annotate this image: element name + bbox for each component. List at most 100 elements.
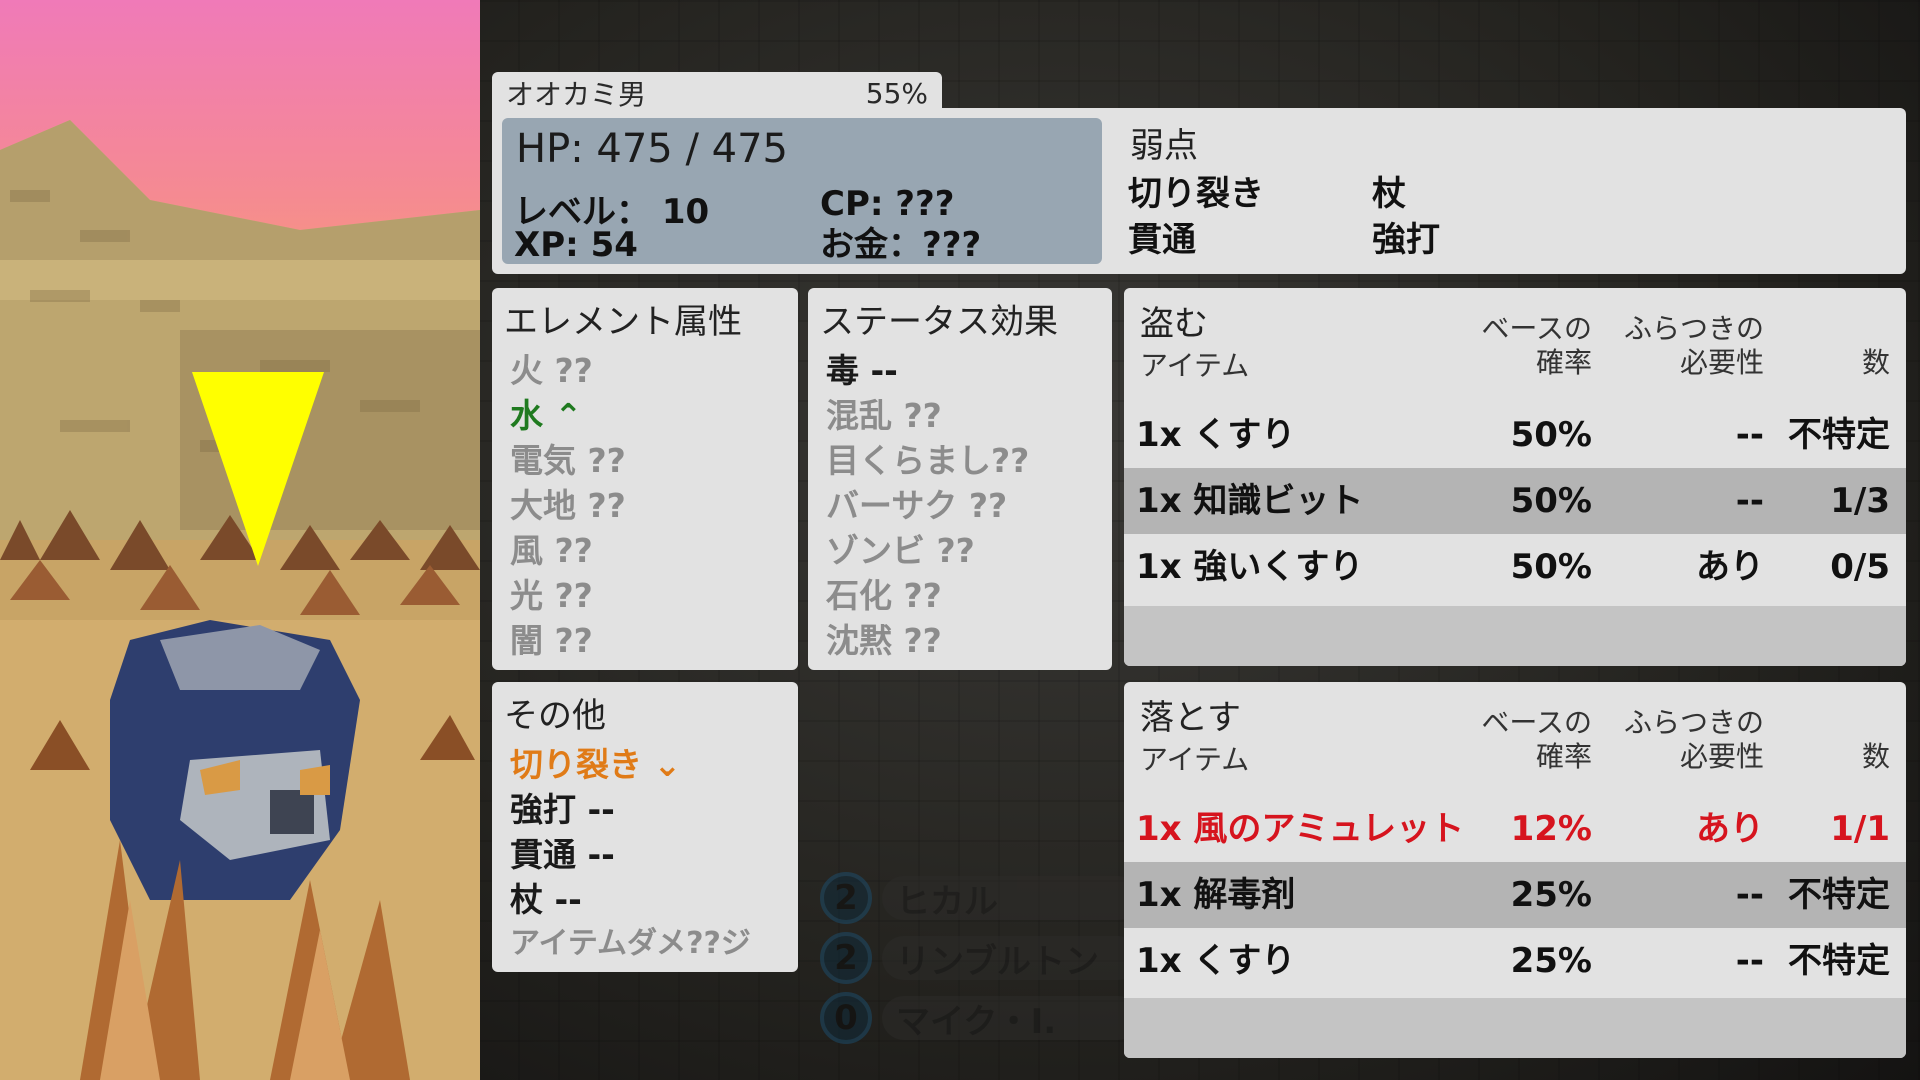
header-line: ベースの [1481,706,1592,739]
table-row: 1x 強いくすり 50% あり 0/5 [1124,534,1906,600]
element-water: 水 ⌃ [510,396,583,435]
header-line: 確率 [1535,740,1592,773]
table-footer [1124,606,1906,666]
weakness-item: 切り裂き [1128,174,1264,214]
item-need: -- [1735,941,1764,981]
item-need: -- [1735,481,1764,521]
steal-table: 盗む アイテム ベースの 確率 ふらつきの 必要性 数 1x くすり 50% -… [1124,288,1906,666]
item-name: 1x 強いくすり [1136,547,1364,587]
weakness-title: 弱点 [1130,126,1198,166]
item-count: 0/5 [1830,547,1890,587]
item-need: -- [1735,875,1764,915]
status-petrify: 石化 ?? [826,576,942,615]
weakness-item: 貫通 [1128,220,1196,260]
other-item-damage: アイテムダメ??ジ [510,926,751,961]
element-electric: 電気 ?? [510,441,626,480]
xp-value: XP: 54 [514,225,638,265]
status-confuse: 混乱 ?? [826,396,942,435]
party-member-level: 2 [820,932,872,984]
steal-item-header: アイテム [1140,349,1250,382]
header-line: 必要性 [1679,346,1764,379]
header-line: 必要性 [1679,740,1764,773]
element-panel: エレメント属性 火 ?? 水 ⌃ 電気 ?? 大地 ?? 風 ?? 光 ?? 闇… [492,288,798,670]
item-name: 1x くすり [1136,415,1296,455]
item-need: あり [1696,547,1764,587]
element-light: 光 ?? [510,576,593,615]
item-count: 1/3 [1830,481,1890,521]
item-count: 不特定 [1788,875,1890,915]
item-count: 1/1 [1830,809,1890,849]
item-rate: 25% [1510,875,1592,915]
element-fire: 火 ?? [510,351,593,390]
header-line: ふらつきの [1623,312,1764,345]
item-need: -- [1735,415,1764,455]
item-name: 1x 知識ビット [1136,481,1364,521]
steal-title: 盗む [1140,304,1208,344]
item-name: 1x 風のアミュレット [1136,809,1465,849]
table-footer [1124,998,1906,1058]
party-member-row: 2 ヒカル [820,872,1140,924]
steal-rate-header: ベースの 確率 [1464,312,1592,380]
other-resist-panel: その他 切り裂き ⌄ 強打 -- 貫通 -- 杖 -- アイテムダメ??ジ [492,682,798,972]
game-scene [0,0,480,1080]
status-effect-panel: ステータス効果 毒 -- 混乱 ?? 目くらまし?? バーサク ?? ゾンビ ?… [808,288,1112,670]
drop-table: 落とす アイテム ベースの 確率 ふらつきの 必要性 数 1x 風のアミュレット… [1124,682,1906,1058]
element-wind: 風 ?? [510,531,593,570]
money-value: お金：??? [820,225,982,265]
steal-count-header: 数 [1861,346,1890,379]
element-title: エレメント属性 [504,302,742,342]
status-zombie: ゾンビ ?? [826,531,975,570]
item-name: 1x 解毒剤 [1136,875,1296,915]
monster-name: オオカミ男 [506,78,647,111]
status-silence: 沈黙 ?? [826,621,942,660]
header-line: ベースの [1481,312,1592,345]
table-row: 1x くすり 25% -- 不特定 [1124,928,1906,994]
status-berserk: バーサク ?? [826,486,1008,525]
item-count: 不特定 [1788,415,1890,455]
other-slash: 切り裂き ⌄ [510,745,682,784]
element-earth: 大地 ?? [510,486,626,525]
drop-need-header: ふらつきの 必要性 [1604,706,1764,774]
status-title: ステータス効果 [820,302,1058,342]
stats-box: HP: 475 / 475 レベル： 10 CP: ??? XP: 54 お金：… [502,118,1102,264]
drop-item-header: アイテム [1140,743,1250,776]
party-member-name: リンブルトン [882,936,1140,982]
item-name: 1x くすり [1136,941,1296,981]
party-member-name: ヒカル [882,876,1140,922]
drop-rate-header: ベースの 確率 [1464,706,1592,774]
monster-info-panel: HP: 475 / 475 レベル： 10 CP: ??? XP: 54 お金：… [492,108,1906,274]
other-strike: 強打 -- [510,790,615,829]
cp-value: CP: ??? [820,184,955,224]
table-row: 1x 知識ビット 50% -- 1/3 [1124,468,1906,534]
weakness-item: 強打 [1372,220,1440,260]
item-rate: 50% [1510,415,1592,455]
party-member-row: 2 リンブルトン [820,932,1140,984]
scene-art [0,120,480,1080]
other-pierce: 貫通 -- [510,835,615,874]
header-line: ふらつきの [1623,706,1764,739]
other-staff: 杖 -- [510,880,582,919]
header-line: 確率 [1535,346,1592,379]
hp-value: HP: 475 / 475 [516,126,788,172]
scan-percent: 55% [865,76,928,110]
item-need: あり [1696,809,1764,849]
status-blind: 目くらまし?? [826,441,1030,480]
element-dark: 闇 ?? [510,621,593,660]
party-member-name: マイク・I. [882,996,1140,1042]
weakness-item: 杖 [1372,174,1406,214]
party-member-row: 0 マイク・I. [820,992,1140,1044]
steal-need-header: ふらつきの 必要性 [1604,312,1764,380]
table-row: 1x 風のアミュレット 12% あり 1/1 [1124,796,1906,862]
other-title: その他 [504,696,606,736]
item-rate: 25% [1510,941,1592,981]
party-member-level: 2 [820,872,872,924]
drop-title: 落とす [1140,698,1241,738]
table-row: 1x くすり 50% -- 不特定 [1124,402,1906,468]
table-row: 1x 解毒剤 25% -- 不特定 [1124,862,1906,928]
drop-count-header: 数 [1861,740,1890,773]
item-rate: 12% [1510,809,1592,849]
item-rate: 50% [1510,547,1592,587]
status-poison: 毒 -- [826,351,898,390]
party-member-level: 0 [820,992,872,1044]
item-count: 不特定 [1788,941,1890,981]
